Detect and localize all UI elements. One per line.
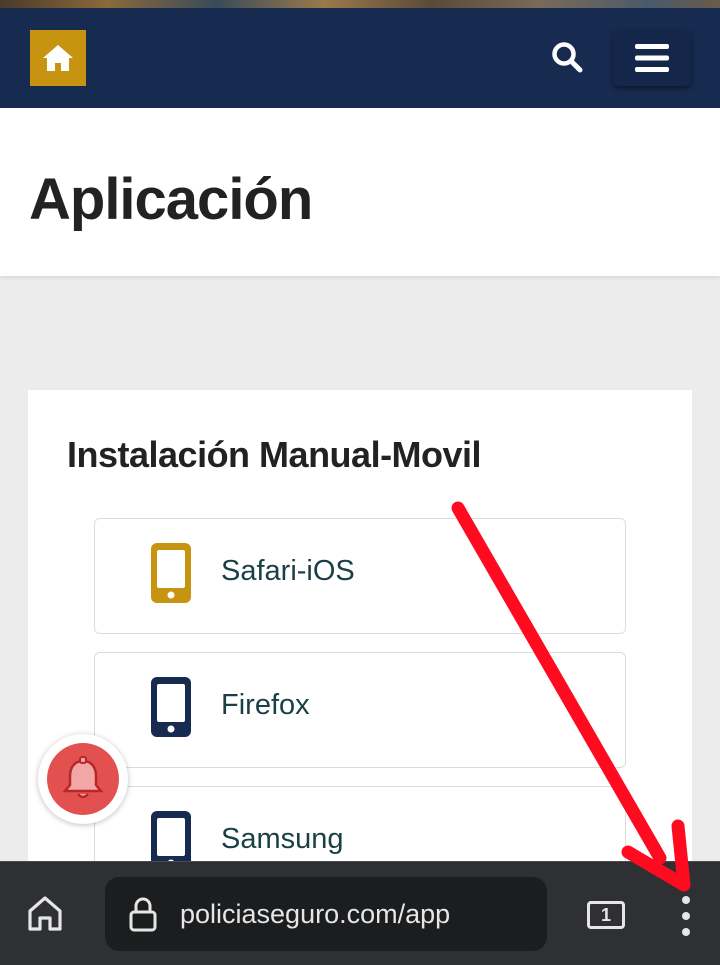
bell-icon xyxy=(62,756,104,799)
home-logo-button[interactable] xyxy=(30,30,86,86)
notification-bell-button[interactable] xyxy=(38,734,128,824)
title-band: Aplicación xyxy=(0,108,720,276)
option-label: Firefox xyxy=(221,689,310,721)
smartphone-icon xyxy=(151,543,191,603)
search-button[interactable] xyxy=(547,35,587,79)
browser-toolbar: policiaseguro.com/app 1 xyxy=(0,861,720,965)
smartphone-icon xyxy=(151,677,191,737)
option-firefox[interactable]: Firefox xyxy=(94,652,626,768)
menu-button[interactable] xyxy=(613,30,691,86)
home-icon[interactable] xyxy=(24,892,66,934)
header-banner-strip xyxy=(0,0,720,8)
option-label: Samsung xyxy=(221,823,344,855)
url-text: policiaseguro.com/app xyxy=(180,899,451,929)
more-vertical-icon[interactable] xyxy=(676,896,696,936)
card-title: Instalación Manual-Movil xyxy=(67,434,482,475)
option-safari-ios[interactable]: Safari-iOS xyxy=(94,518,626,634)
address-bar[interactable]: policiaseguro.com/app xyxy=(105,877,547,951)
option-label: Safari-iOS xyxy=(221,555,355,587)
lock-icon xyxy=(129,897,157,932)
search-icon xyxy=(552,42,583,73)
page-title: Aplicación xyxy=(29,167,313,232)
home-icon xyxy=(43,45,73,71)
bell-badge xyxy=(47,743,119,815)
tabs-button[interactable]: 1 xyxy=(587,901,625,929)
install-card: Instalación Manual-Movil Safari-iOS Fire… xyxy=(28,390,692,910)
hamburger-menu-icon xyxy=(635,44,669,72)
site-header xyxy=(0,8,720,108)
